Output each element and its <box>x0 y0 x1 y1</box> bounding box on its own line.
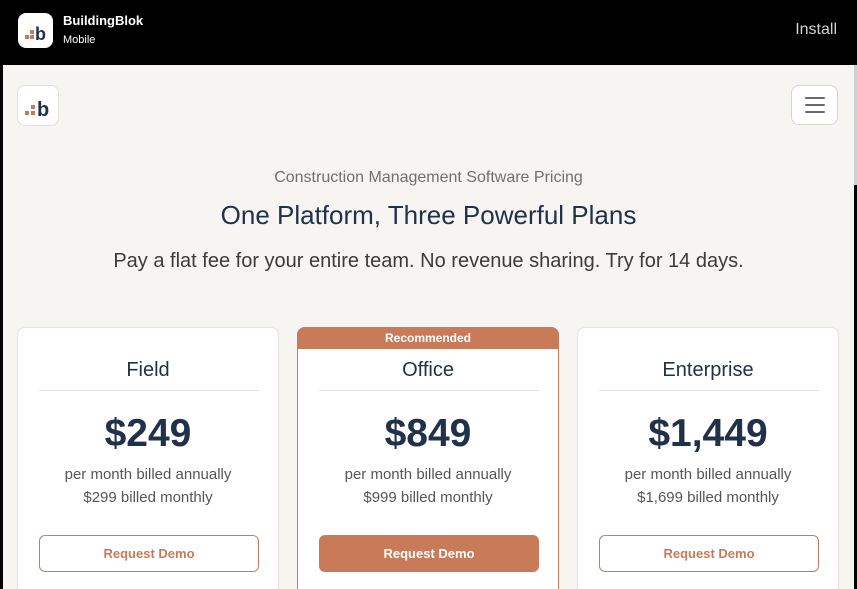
plan-billing-monthly: $299 billed monthly <box>83 489 213 506</box>
buildingblok-logo-icon[interactable]: b <box>17 85 59 126</box>
plan-price: $249 <box>104 412 192 455</box>
pricing-page: b Construction Management Software Prici… <box>3 65 854 589</box>
page-title: One Platform, Three Powerful Plans <box>220 200 637 230</box>
plan-name: Office <box>402 359 454 381</box>
plan-name: Field <box>126 359 170 381</box>
plan-billing-annual: per month billed annually <box>344 466 512 483</box>
plan-billing-annual: per month billed annually <box>624 466 792 483</box>
divider <box>39 390 259 391</box>
banner-app-name: BuildingBlok <box>63 13 144 28</box>
plan-card-field: Field $249 per month billed annually $29… <box>17 327 279 589</box>
request-demo-button[interactable]: Request Demo <box>599 535 819 572</box>
plan-price: $849 <box>384 412 472 455</box>
recommended-badge: Recommended <box>297 327 559 349</box>
svg-text:b: b <box>35 24 46 44</box>
plan-card-office: Recommended Office $849 per month billed… <box>297 327 559 589</box>
divider <box>319 390 539 391</box>
plan-billing-monthly: $999 billed monthly <box>363 489 493 506</box>
hamburger-menu-icon[interactable] <box>791 85 838 125</box>
request-demo-button[interactable]: Request Demo <box>39 535 259 572</box>
page-eyebrow: Construction Management Software Pricing <box>274 169 583 186</box>
install-banner: b BuildingBlok Mobile Install <box>0 0 857 65</box>
plan-card-enterprise: Enterprise $1,449 per month billed annua… <box>577 327 839 589</box>
divider <box>599 390 819 391</box>
plan-price: $1,449 <box>648 412 768 455</box>
page-subtitle: Pay a flat fee for your entire team. No … <box>113 250 744 272</box>
request-demo-button[interactable]: Request Demo <box>319 535 539 572</box>
plan-name: Enterprise <box>662 359 754 381</box>
plan-billing-annual: per month billed annually <box>64 466 232 483</box>
plan-billing-monthly: $1,699 billed monthly <box>637 489 779 506</box>
buildingblok-logo-icon: b <box>18 13 53 48</box>
svg-text:b: b <box>37 99 49 121</box>
install-button[interactable]: Install <box>795 21 837 39</box>
banner-app-subtitle: Mobile <box>63 34 96 46</box>
